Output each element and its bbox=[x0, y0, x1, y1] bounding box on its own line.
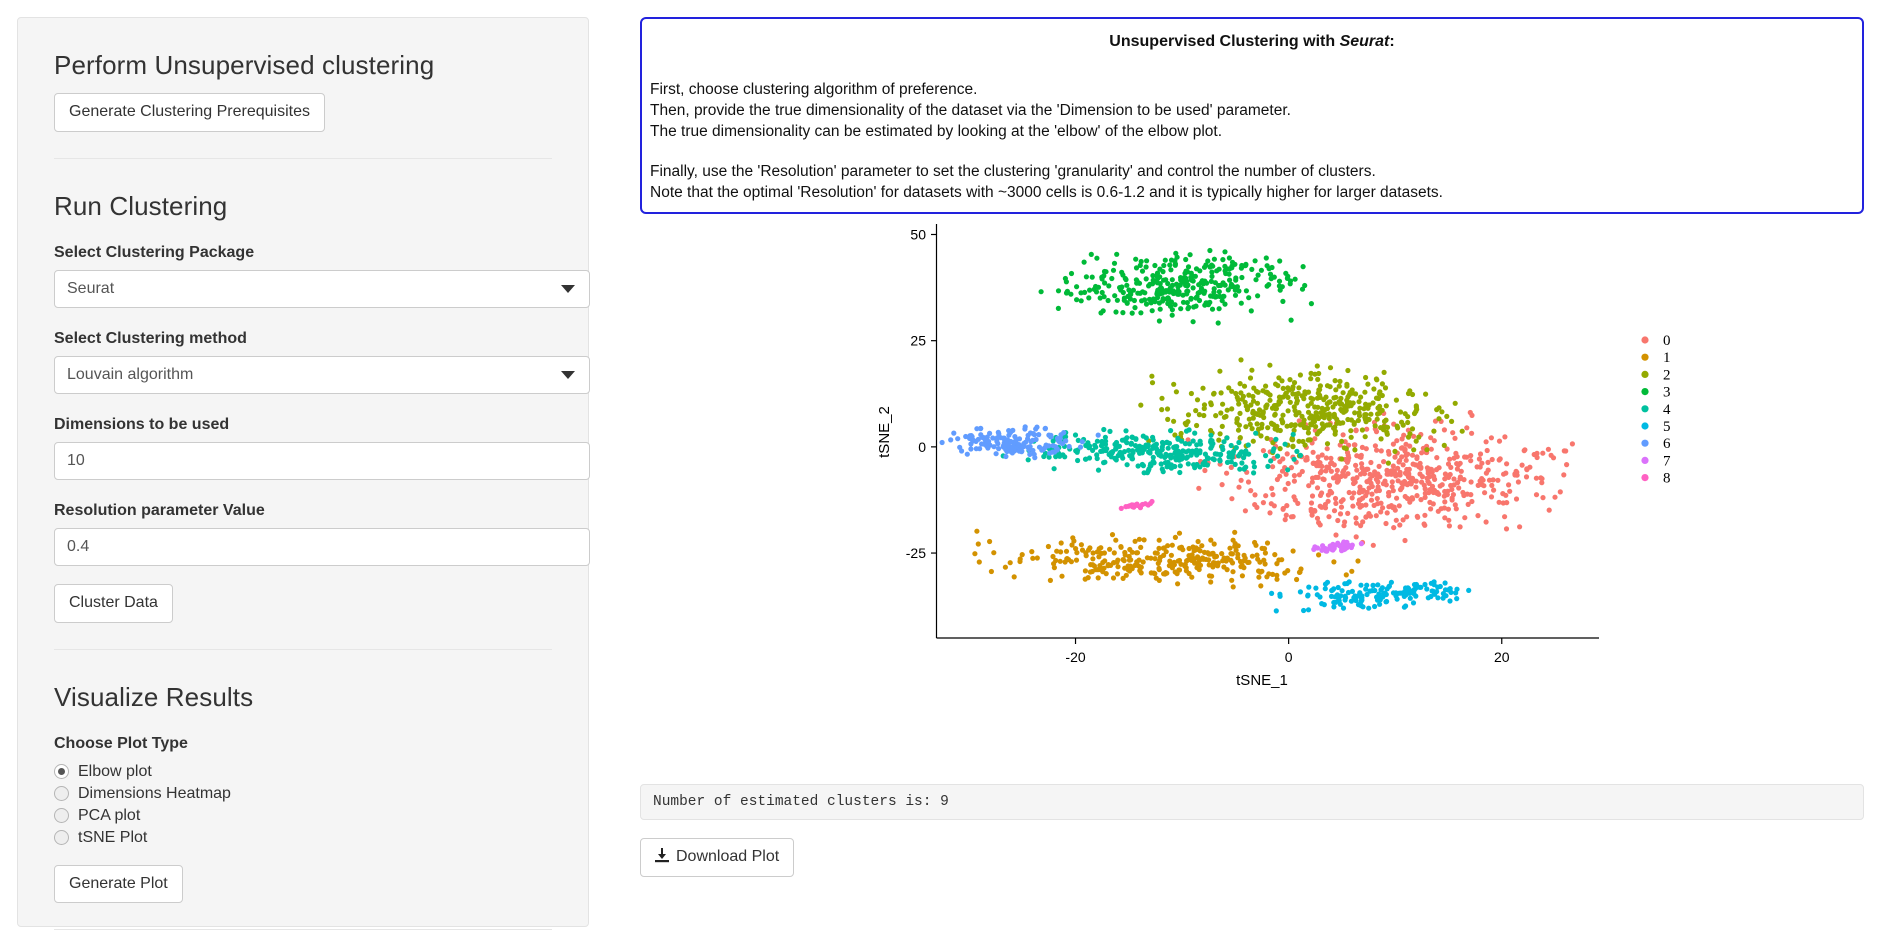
radio-option-elbow-plot[interactable]: Elbow plot bbox=[54, 763, 564, 781]
info-line: Note that the optimal 'Resolution' for d… bbox=[650, 184, 1443, 201]
download-plot-button[interactable]: Download Plot bbox=[640, 838, 795, 877]
app-root: Perform Unsupervised clustering Generate… bbox=[0, 0, 1880, 942]
radio-option-dimensions-heatmap[interactable]: Dimensions Heatmap bbox=[54, 785, 564, 803]
radio-label: Dimensions Heatmap bbox=[78, 784, 231, 802]
legend-color-swatch bbox=[1641, 370, 1649, 378]
radio-option-tsne-plot[interactable]: tSNE Plot bbox=[54, 829, 564, 847]
y-axis-tick-label: 0 bbox=[918, 439, 926, 455]
legend-label: 8 bbox=[1663, 471, 1671, 487]
section-title-perform-clustering: Perform Unsupervised clustering bbox=[54, 50, 435, 80]
select-clustering-method[interactable]: Louvain algorithm bbox=[54, 355, 590, 394]
legend-label: 1 bbox=[1663, 350, 1671, 366]
download-plot-label: Download Plot bbox=[676, 848, 780, 865]
label-choose-plot-type: Choose Plot Type bbox=[54, 734, 188, 752]
sidebar-panel: Perform Unsupervised clustering Generate… bbox=[17, 17, 590, 931]
x-axis-tick-label: -20 bbox=[1065, 649, 1085, 665]
radio-indicator bbox=[54, 764, 69, 780]
select-clustering-method-value: Louvain algorithm bbox=[67, 365, 194, 383]
x-axis-title: tSNE_1 bbox=[1236, 672, 1288, 689]
divider-1 bbox=[54, 157, 552, 159]
tsne-plot: -25 0 25 50 -20 0 20 tSNE_1 tSNE_2 0 1 2 3 4 5 6 7 8 bbox=[640, 218, 1864, 778]
radio-label: Elbow plot bbox=[78, 762, 152, 780]
main-content: Unsupervised Clustering with Seurat: Fir… bbox=[640, 17, 1864, 877]
label-select-clustering-package: Select Clustering Package bbox=[54, 243, 255, 261]
info-line: First, choose clustering algorithm of pr… bbox=[650, 81, 978, 98]
info-line: Finally, use the 'Resolution' parameter … bbox=[650, 163, 1376, 180]
legend-color-swatch bbox=[1641, 439, 1649, 447]
y-axis-tick-label: 25 bbox=[910, 333, 926, 349]
info-title-italic: Seurat bbox=[1339, 33, 1390, 50]
radio-indicator bbox=[54, 808, 69, 824]
radio-label: tSNE Plot bbox=[78, 828, 148, 846]
legend-label: 0 bbox=[1663, 333, 1671, 349]
legend-color-swatch bbox=[1641, 474, 1649, 482]
y-axis-tick-label: -25 bbox=[906, 545, 926, 561]
chevron-down-icon bbox=[561, 370, 575, 379]
legend-color-swatch bbox=[1641, 422, 1649, 430]
chevron-down-icon bbox=[561, 284, 575, 293]
legend-label: 6 bbox=[1663, 436, 1671, 452]
legend-label: 3 bbox=[1663, 385, 1671, 401]
radio-indicator bbox=[54, 830, 69, 846]
download-icon bbox=[655, 848, 669, 866]
legend-label: 5 bbox=[1663, 419, 1671, 435]
legend-color-swatch bbox=[1641, 353, 1649, 361]
y-axis-tick-label: 50 bbox=[910, 226, 926, 242]
generate-plot-button[interactable]: Generate Plot bbox=[54, 864, 183, 904]
y-axis-title: tSNE_2 bbox=[876, 406, 893, 458]
radio-option-pca-plot[interactable]: PCA plot bbox=[54, 807, 564, 825]
info-line: Then, provide the true dimensionality of… bbox=[650, 102, 1291, 119]
cluster-data-button[interactable]: Cluster Data bbox=[54, 583, 173, 623]
legend-label: 2 bbox=[1663, 367, 1671, 383]
legend-label: 4 bbox=[1663, 402, 1671, 418]
generate-clustering-prerequisites-button[interactable]: Generate Clustering Prerequisites bbox=[54, 93, 326, 132]
legend-color-swatch bbox=[1641, 388, 1649, 396]
select-clustering-package[interactable]: Seurat bbox=[54, 269, 590, 308]
radio-label: PCA plot bbox=[78, 806, 141, 824]
divider-2 bbox=[54, 648, 552, 650]
info-title-prefix: Unsupervised Clustering with bbox=[1109, 33, 1340, 50]
status-bar: Number of estimated clusters is: 9 bbox=[640, 784, 1864, 820]
label-dimensions-to-be-used: Dimensions to be used bbox=[54, 415, 230, 433]
dimensions-input[interactable] bbox=[54, 441, 590, 480]
resolution-input[interactable] bbox=[54, 527, 590, 566]
legend-color-swatch bbox=[1641, 405, 1649, 413]
section-title-run-clustering: Run Clustering bbox=[54, 190, 228, 221]
scatter-points bbox=[939, 247, 1575, 614]
legend-color-swatch bbox=[1641, 456, 1649, 464]
label-resolution-parameter: Resolution parameter Value bbox=[54, 501, 265, 519]
info-line: The true dimensionality can be estimated… bbox=[650, 123, 1223, 140]
legend-color-swatch bbox=[1641, 336, 1649, 344]
label-select-clustering-method: Select Clustering method bbox=[54, 329, 247, 347]
info-title-suffix: : bbox=[1389, 33, 1395, 50]
status-text: Number of estimated clusters is: 9 bbox=[653, 794, 949, 810]
x-axis-tick-label: 0 bbox=[1285, 649, 1293, 665]
info-panel-title: Unsupervised Clustering with Seurat: bbox=[648, 33, 1856, 51]
chart-legend: 012 34567 8 bbox=[1641, 333, 1671, 487]
tsne-scatter-svg: -2502550-20 0 20tSNE_1tSNE_2012345678 bbox=[876, 224, 1671, 689]
select-clustering-package-value: Seurat bbox=[67, 279, 115, 297]
section-title-visualize-results: Visualize Results bbox=[54, 681, 254, 712]
radio-indicator bbox=[54, 786, 69, 802]
x-axis-tick-label: 20 bbox=[1494, 649, 1510, 665]
legend-label: 7 bbox=[1663, 453, 1671, 469]
divider-3 bbox=[54, 929, 552, 931]
info-panel: Unsupervised Clustering with Seurat: Fir… bbox=[640, 17, 1864, 214]
